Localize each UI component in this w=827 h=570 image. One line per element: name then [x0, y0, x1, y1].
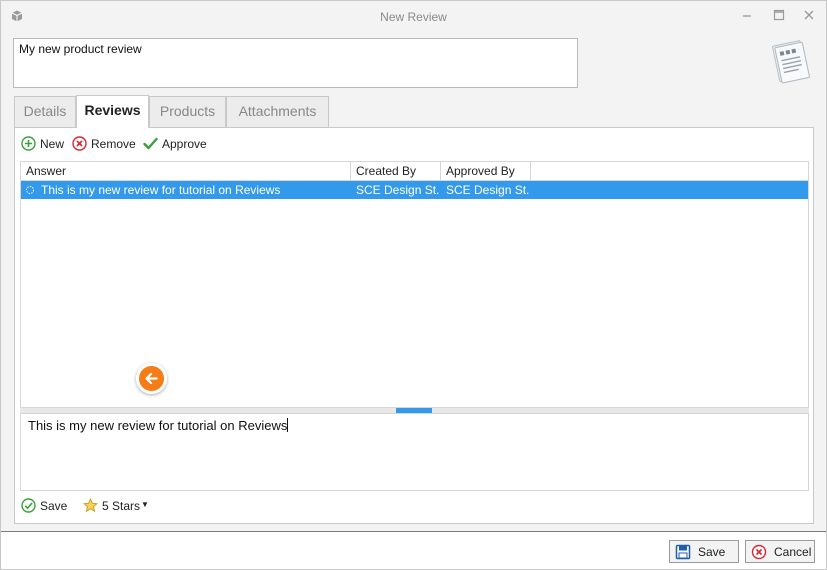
column-header-approved-by[interactable]: Approved By [441, 162, 531, 181]
review-text: This is my new review for tutorial on Re… [28, 418, 288, 433]
table-row[interactable]: This is my new review for tutorial on Re… [21, 181, 808, 199]
minimize-button[interactable] [736, 5, 758, 27]
remove-button[interactable]: Remove [72, 134, 140, 154]
cell-approved-by: SCE Design St... [446, 183, 530, 197]
approve-button-label: Approve [162, 137, 207, 151]
add-icon [21, 136, 36, 151]
star-icon [83, 498, 98, 513]
maximize-icon [773, 9, 785, 21]
tab-details[interactable]: Details [14, 96, 76, 127]
cancel-icon [751, 544, 767, 560]
arrow-left-icon [136, 363, 167, 394]
minimize-icon [743, 15, 751, 17]
save-button[interactable]: Save [669, 540, 739, 563]
window-title: New Review [380, 10, 447, 24]
maximize-button[interactable] [768, 5, 790, 27]
review-text-editor[interactable]: This is my new review for tutorial on Re… [20, 413, 809, 491]
review-name-input[interactable]: My new product review [13, 38, 578, 88]
save-button-label: Save [698, 545, 726, 559]
save-review-label: Save [40, 499, 68, 513]
floppy-disk-icon [675, 544, 691, 560]
row-focus-icon [26, 186, 34, 194]
cancel-button[interactable]: Cancel [745, 540, 815, 563]
remove-icon [72, 136, 87, 151]
text-caret [287, 418, 289, 432]
chevron-down-icon: ▼ [141, 500, 149, 509]
column-header-created-by[interactable]: Created By [351, 162, 441, 181]
close-icon [804, 10, 814, 20]
cell-created-by: SCE Design St... [356, 183, 440, 197]
new-button-label: New [40, 137, 65, 151]
cell-answer: This is my new review for tutorial on Re… [41, 183, 281, 197]
rating-label: 5 Stars [102, 499, 141, 513]
new-button[interactable]: New [21, 134, 69, 154]
save-review-button[interactable]: Save [21, 496, 71, 516]
grid-header: Answer Created By Approved By [21, 162, 808, 181]
reviews-panel: New Remove Approve Answer Created By App… [14, 127, 814, 524]
dialog-footer: Save Cancel [1, 531, 826, 569]
new-review-window: New Review My new product review Details… [0, 0, 827, 570]
close-button[interactable] [798, 5, 820, 27]
cancel-button-label: Cancel [774, 545, 812, 559]
title-bar: New Review [1, 1, 826, 31]
tab-attachments[interactable]: Attachments [226, 96, 329, 127]
approve-button[interactable]: Approve [143, 134, 213, 154]
remove-button-label: Remove [91, 137, 136, 151]
rating-dropdown[interactable]: 5 Stars ▼ [83, 496, 153, 516]
document-icon [772, 40, 810, 84]
column-header-answer[interactable]: Answer [21, 162, 351, 181]
tab-products[interactable]: Products [149, 96, 226, 127]
check-circle-icon [21, 498, 36, 513]
tab-reviews[interactable]: Reviews [76, 95, 149, 128]
checkmark-icon [143, 137, 158, 150]
